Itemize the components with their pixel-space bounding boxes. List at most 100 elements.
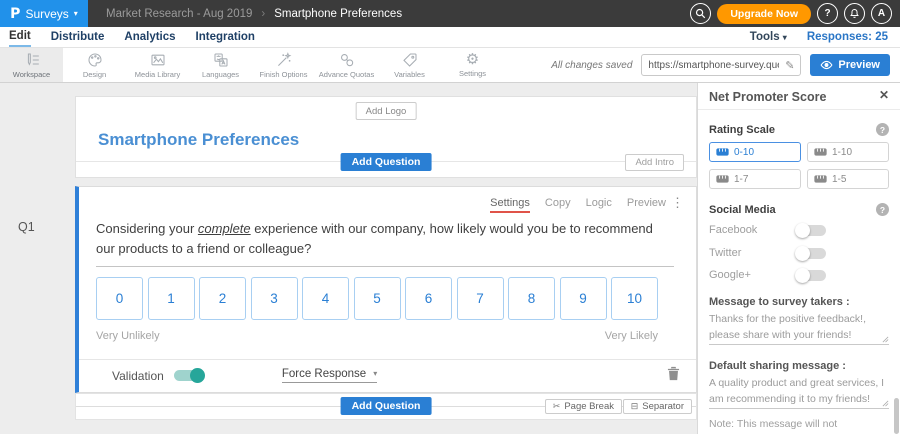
preview-button[interactable]: Preview [810,54,890,76]
caret-down-icon: ▾ [74,10,78,18]
upgrade-now-button[interactable]: Upgrade Now [717,4,811,24]
toolbar-item-variables[interactable]: Variables [378,48,441,82]
questionpro-logo-icon: P [10,6,20,22]
preview-label: Preview [838,59,880,71]
bell-icon [849,8,860,19]
nps-anchor-labels: Very Unlikely Very Likely [96,330,658,342]
add-question-button-top[interactable]: Add Question [341,153,432,171]
menu-item-distribute[interactable]: Distribute [51,29,105,46]
nps-option-10[interactable]: 10 [611,277,658,320]
message-to-takers-value: Thanks for the positive feedback!, pleas… [709,313,866,341]
rating-scale-options: 0-10 1-10 1-7 1-5 [709,142,889,189]
nps-option-2[interactable]: 2 [199,277,246,320]
toolbar-label: Languages [202,70,239,79]
nps-option-5[interactable]: 5 [354,277,401,320]
question-more-menu-icon[interactable]: ⋮ [671,196,684,209]
question-text[interactable]: Considering your complete experience wit… [96,219,674,267]
social-media-header: Social Media ? [709,203,889,216]
gear-icon: ⚙ [466,52,479,67]
nps-option-9[interactable]: 9 [560,277,607,320]
tab-settings[interactable]: Settings [490,197,530,213]
separator-label: Separator [642,401,684,412]
notifications-button[interactable] [844,3,865,24]
separator-button[interactable]: ⊟ Separator [623,399,692,414]
product-switcher[interactable]: P Surveys ▾ [0,0,88,27]
tools-dropdown[interactable]: Tools ▾ [750,31,787,43]
resize-handle-icon[interactable] [882,336,889,343]
toolbar-item-languages[interactable]: Languages [189,48,252,82]
validation-type-dropdown[interactable]: Force Response ▾ [282,368,377,383]
scale-option-1-10[interactable]: 1-10 [807,142,889,162]
googleplus-label: Google+ [709,269,751,281]
rating-scale-header: Rating Scale ? [709,123,889,136]
eye-icon [820,60,833,70]
tab-copy[interactable]: Copy [545,197,571,211]
toolbar-label: Variables [394,70,425,79]
googleplus-toggle[interactable] [796,270,826,281]
facebook-row: Facebook [709,224,826,236]
default-sharing-textarea[interactable]: A quality product and great services, I … [709,375,889,409]
toolbar-item-advance-quotas[interactable]: Advance Quotas [315,48,378,82]
facebook-toggle[interactable] [796,225,826,236]
toolbar-item-workspace[interactable]: Workspace [0,48,63,82]
scale-option-1-5[interactable]: 1-5 [807,169,889,189]
toolbar-item-media-library[interactable]: Media Library [126,48,189,82]
resize-handle-icon[interactable] [882,400,889,407]
edit-url-icon[interactable]: ✎ [779,59,800,72]
question-text-emphasis: complete [198,221,251,236]
sidebar-scrollbar[interactable] [894,398,899,434]
breadcrumb-current: Smartphone Preferences [274,8,402,20]
nps-option-3[interactable]: 3 [251,277,298,320]
close-icon[interactable]: ✕ [879,88,889,102]
toolbar-label: Finish Options [260,70,308,79]
social-media-help-icon[interactable]: ? [876,203,889,216]
survey-title[interactable]: Smartphone Preferences [98,130,299,150]
nps-option-1[interactable]: 1 [148,277,195,320]
menu-item-integration[interactable]: Integration [196,29,255,46]
toggle-knob [795,223,810,238]
menu-item-edit[interactable]: Edit [9,28,31,47]
page-break-button[interactable]: ✂ Page Break [545,399,622,414]
scale-option-label: 1-7 [734,174,748,185]
trash-icon [667,366,680,381]
toolbar-right: All changes saved https://smartphone-sur… [551,48,900,82]
menu-item-analytics[interactable]: Analytics [124,29,175,46]
nps-scale: 0 1 2 3 4 5 6 7 8 9 10 [96,277,658,320]
breadcrumb-parent[interactable]: Market Research - Aug 2019 [106,8,252,20]
message-to-takers-textarea[interactable]: Thanks for the positive feedback!, pleas… [709,311,889,345]
help-button[interactable]: ? [817,3,838,24]
add-intro-button[interactable]: Add Intro [625,154,684,171]
twitter-toggle[interactable] [796,248,826,259]
nps-option-0[interactable]: 0 [96,277,143,320]
validation-toggle[interactable] [174,370,204,381]
rating-scale-help-icon[interactable]: ? [876,123,889,136]
validation-row: Validation Force Response ▾ [112,368,377,383]
message-to-takers-label: Message to survey takers : [709,296,850,308]
nps-option-7[interactable]: 7 [457,277,504,320]
menubar: Edit Distribute Analytics Integration To… [0,27,900,48]
responses-count[interactable]: Responses: 25 [807,31,888,43]
scale-option-0-10[interactable]: 0-10 [709,142,801,162]
toolbar-item-design[interactable]: Design [63,48,126,82]
survey-url-field[interactable]: https://smartphone-survey.questionpro ✎ [641,54,801,76]
panel-title: Net Promoter Score [709,90,826,104]
add-question-button-bottom[interactable]: Add Question [341,397,432,415]
question-card[interactable]: Settings Copy Logic Preview ⋮ Considerin… [75,186,697,393]
delete-question-button[interactable] [667,366,680,386]
search-button[interactable] [690,3,711,24]
survey-header-card: Add Logo Smartphone Preferences Add Ques… [75,96,697,178]
account-avatar[interactable]: A [871,3,892,24]
question-tabs: Settings Copy Logic Preview [490,197,666,213]
nps-option-6[interactable]: 6 [405,277,452,320]
nps-option-8[interactable]: 8 [508,277,555,320]
toolbar-item-finish-options[interactable]: Finish Options [252,48,315,82]
workspace-icon [24,52,40,68]
scale-option-1-7[interactable]: 1-7 [709,169,801,189]
divider [698,109,900,110]
tab-preview[interactable]: Preview [627,197,666,211]
survey-url-value[interactable]: https://smartphone-survey.questionpro [642,60,779,71]
add-logo-button[interactable]: Add Logo [356,102,417,120]
toolbar-item-settings[interactable]: ⚙ Settings [441,48,504,82]
tab-logic[interactable]: Logic [586,197,612,211]
nps-option-4[interactable]: 4 [302,277,349,320]
